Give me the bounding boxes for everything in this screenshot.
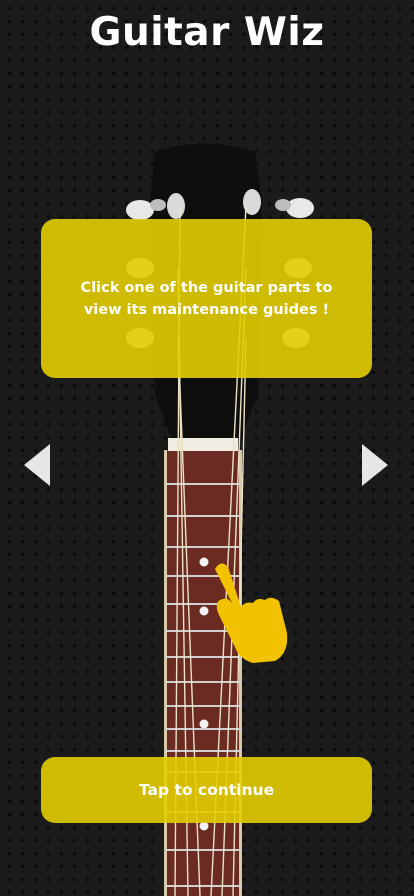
instruction-text: Click one of the guitar parts to view it… <box>80 279 333 318</box>
pointing-hand-icon <box>215 563 288 663</box>
continue-button[interactable]: Tap to continue <box>41 757 372 823</box>
chevron-right-icon[interactable] <box>360 442 390 488</box>
chevron-left-icon[interactable] <box>22 442 52 488</box>
fret-marker <box>199 719 209 729</box>
tuner-post <box>167 193 185 219</box>
instruction-card: Click one of the guitar parts to view it… <box>41 219 372 378</box>
